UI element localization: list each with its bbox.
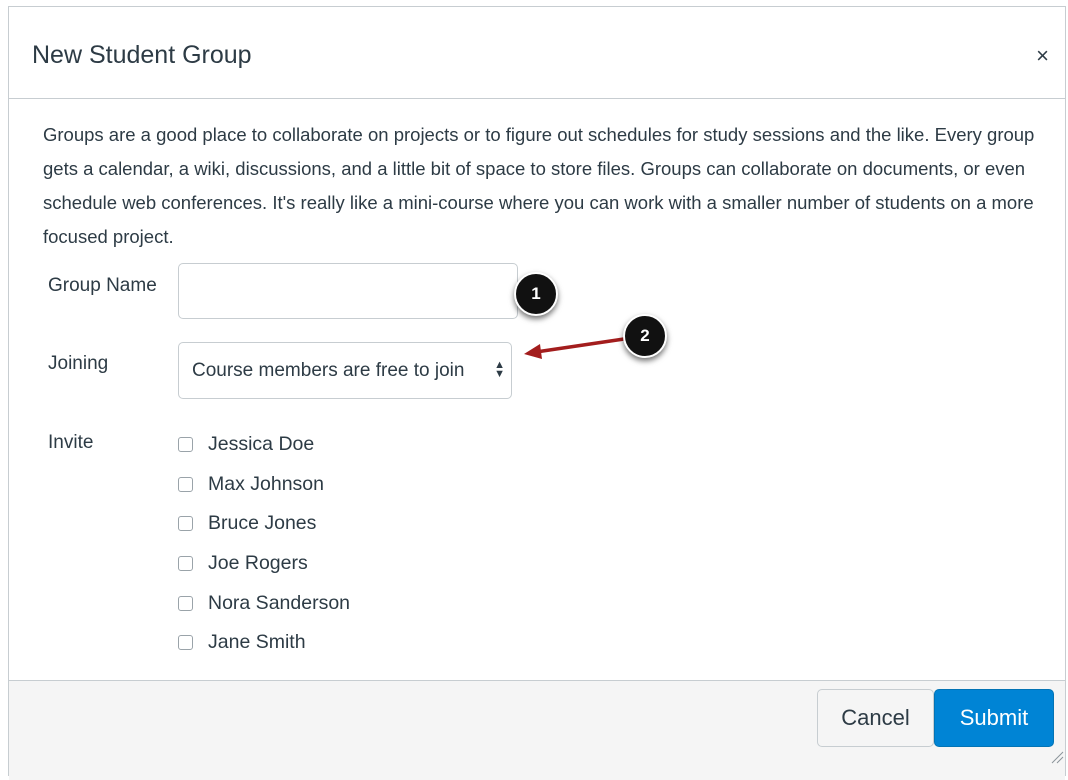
select-updown-icon: ▲ ▼: [494, 359, 505, 380]
joining-label: Joining: [48, 353, 109, 374]
invite-checkbox[interactable]: [178, 476, 193, 492]
annotation-marker-2: 2: [623, 314, 667, 358]
group-description: Groups are a good place to collaborate o…: [43, 124, 1035, 247]
dialog-title: New Student Group: [32, 41, 252, 69]
invite-checkbox[interactable]: [178, 595, 193, 611]
dialog-header: New Student Group ×: [9, 7, 1065, 99]
group-name-label: Group Name: [48, 275, 157, 296]
invitee-name: Nora Sanderson: [208, 591, 351, 614]
invite-item: Jane Smith: [178, 623, 350, 663]
joining-selected-value: Course members are free to join: [192, 360, 465, 381]
invitee-name: Joe Rogers: [208, 552, 308, 575]
annotation-arrow: [524, 337, 626, 359]
invitee-name: Jessica Doe: [208, 433, 315, 456]
invite-item: Nora Sanderson: [178, 583, 350, 623]
invitee-name: Max Johnson: [208, 472, 324, 495]
invitee-name: Bruce Jones: [208, 512, 317, 535]
new-student-group-dialog: New Student Group × Groups are a good pl…: [8, 6, 1066, 780]
invite-checkbox[interactable]: [178, 556, 193, 572]
close-icon[interactable]: ×: [1036, 45, 1049, 67]
invite-checkbox[interactable]: [178, 437, 193, 453]
invitee-name: Jane Smith: [208, 631, 306, 654]
invite-checkbox[interactable]: [178, 635, 193, 651]
invite-item: Max Johnson: [178, 465, 350, 505]
invite-item: Jessica Doe: [178, 425, 350, 465]
invite-item: Bruce Jones: [178, 504, 350, 544]
group-name-input[interactable]: [178, 263, 518, 319]
invite-item: Joe Rogers: [178, 544, 350, 584]
invite-checkbox[interactable]: [178, 516, 193, 532]
invite-label: Invite: [48, 432, 94, 453]
joining-select[interactable]: Course members are free to join ▲ ▼: [178, 342, 512, 399]
resize-handle-icon[interactable]: [1050, 750, 1064, 764]
annotation-marker-1: 1: [514, 272, 558, 316]
cancel-button[interactable]: Cancel: [817, 689, 934, 747]
invite-list: Jessica Doe Max Johnson Bruce Jones Joe …: [178, 425, 350, 663]
submit-button[interactable]: Submit: [934, 689, 1054, 747]
